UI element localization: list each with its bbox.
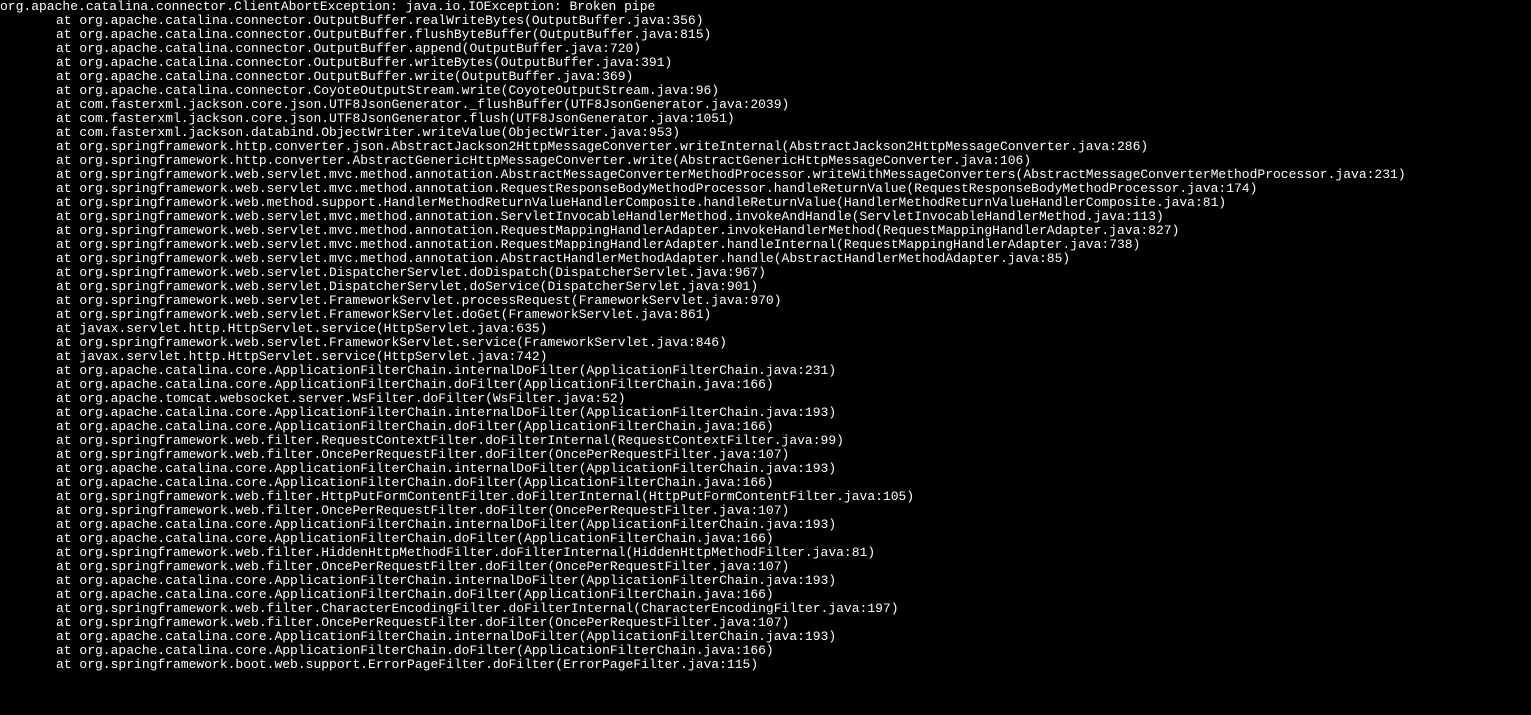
- stack-frame: org.apache.catalina.core.ApplicationFilt…: [0, 378, 1531, 392]
- stack-frame: org.apache.catalina.connector.OutputBuff…: [0, 56, 1531, 70]
- stack-frame: org.apache.catalina.core.ApplicationFilt…: [0, 532, 1531, 546]
- stack-frame: org.springframework.web.filter.HttpPutFo…: [0, 490, 1531, 504]
- stack-frame: org.springframework.web.servlet.mvc.meth…: [0, 224, 1531, 238]
- stack-frame: com.fasterxml.jackson.databind.ObjectWri…: [0, 126, 1531, 140]
- stack-frame: org.springframework.web.filter.OncePerRe…: [0, 560, 1531, 574]
- stack-frame: org.springframework.web.servlet.mvc.meth…: [0, 210, 1531, 224]
- stack-frame: org.apache.catalina.connector.OutputBuff…: [0, 28, 1531, 42]
- stacktrace-container: org.apache.catalina.connector.ClientAbor…: [0, 0, 1531, 672]
- stack-frame: org.springframework.http.converter.Abstr…: [0, 154, 1531, 168]
- stack-frame: org.springframework.web.servlet.mvc.meth…: [0, 182, 1531, 196]
- stack-frame: com.fasterxml.jackson.core.json.UTF8Json…: [0, 98, 1531, 112]
- stack-frame: org.apache.catalina.connector.OutputBuff…: [0, 14, 1531, 28]
- stack-frame: org.apache.catalina.core.ApplicationFilt…: [0, 644, 1531, 658]
- stack-frame: com.fasterxml.jackson.core.json.UTF8Json…: [0, 112, 1531, 126]
- stack-frame: org.springframework.web.filter.Character…: [0, 602, 1531, 616]
- stack-frame: org.springframework.http.converter.json.…: [0, 140, 1531, 154]
- stack-frame: org.springframework.web.servlet.Framewor…: [0, 308, 1531, 322]
- stack-frame: org.apache.catalina.core.ApplicationFilt…: [0, 462, 1531, 476]
- stack-frame: javax.servlet.http.HttpServlet.service(H…: [0, 350, 1531, 364]
- stack-frame: org.apache.catalina.core.ApplicationFilt…: [0, 406, 1531, 420]
- stack-frames: org.apache.catalina.connector.OutputBuff…: [0, 14, 1531, 672]
- stack-frame: org.springframework.web.servlet.mvc.meth…: [0, 168, 1531, 182]
- stack-frame: org.springframework.web.servlet.mvc.meth…: [0, 238, 1531, 252]
- stack-frame: org.springframework.web.method.support.H…: [0, 196, 1531, 210]
- stack-frame: org.springframework.web.filter.RequestCo…: [0, 434, 1531, 448]
- stack-frame: org.springframework.boot.web.support.Err…: [0, 658, 1531, 672]
- stack-frame: org.apache.tomcat.websocket.server.WsFil…: [0, 392, 1531, 406]
- stack-frame: org.springframework.web.filter.OncePerRe…: [0, 504, 1531, 518]
- stack-frame: org.apache.catalina.core.ApplicationFilt…: [0, 630, 1531, 644]
- exception-header: org.apache.catalina.connector.ClientAbor…: [0, 0, 1531, 14]
- stack-frame: org.apache.catalina.core.ApplicationFilt…: [0, 420, 1531, 434]
- stack-frame: org.apache.catalina.core.ApplicationFilt…: [0, 476, 1531, 490]
- stack-frame: org.springframework.web.servlet.mvc.meth…: [0, 252, 1531, 266]
- stack-frame: javax.servlet.http.HttpServlet.service(H…: [0, 322, 1531, 336]
- stack-frame: org.apache.catalina.core.ApplicationFilt…: [0, 364, 1531, 378]
- stack-frame: org.springframework.web.filter.HiddenHtt…: [0, 546, 1531, 560]
- stack-frame: org.springframework.web.filter.OncePerRe…: [0, 448, 1531, 462]
- stack-frame: org.springframework.web.servlet.Framewor…: [0, 336, 1531, 350]
- stack-frame: org.apache.catalina.connector.CoyoteOutp…: [0, 84, 1531, 98]
- stack-frame: org.springframework.web.filter.OncePerRe…: [0, 616, 1531, 630]
- stack-frame: org.springframework.web.servlet.Dispatch…: [0, 280, 1531, 294]
- stack-frame: org.springframework.web.servlet.Framewor…: [0, 294, 1531, 308]
- stack-frame: org.springframework.web.servlet.Dispatch…: [0, 266, 1531, 280]
- stack-frame: org.apache.catalina.core.ApplicationFilt…: [0, 574, 1531, 588]
- stack-frame: org.apache.catalina.connector.OutputBuff…: [0, 42, 1531, 56]
- stack-frame: org.apache.catalina.connector.OutputBuff…: [0, 70, 1531, 84]
- stack-frame: org.apache.catalina.core.ApplicationFilt…: [0, 518, 1531, 532]
- stack-frame: org.apache.catalina.core.ApplicationFilt…: [0, 588, 1531, 602]
